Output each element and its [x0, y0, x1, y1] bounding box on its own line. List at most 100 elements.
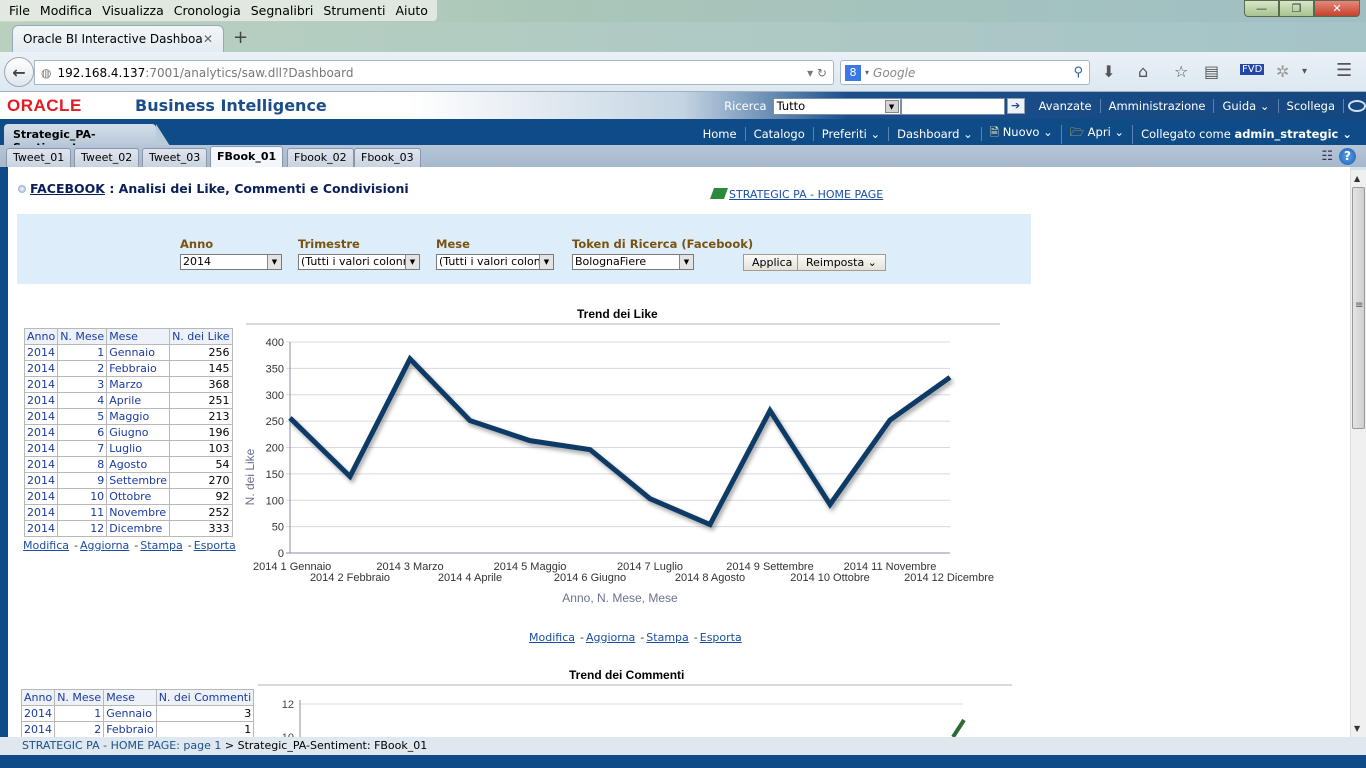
comment_table-header[interactable]: Mese	[103, 689, 157, 706]
like_table-header[interactable]: Mese	[106, 328, 171, 345]
table-print-link[interactable]: Stampa	[140, 539, 182, 552]
search-icon[interactable]: ⚲	[1073, 65, 1083, 80]
google-icon[interactable]: 8	[845, 64, 861, 81]
tab-fbook-03[interactable]: Fbook_03	[354, 148, 421, 167]
hamburger-menu-icon[interactable]: ☰	[1336, 60, 1352, 81]
data-point[interactable]	[707, 522, 713, 528]
minimize-button[interactable]: —	[1244, 0, 1279, 17]
menu-visualizza[interactable]: Visualizza	[102, 3, 164, 18]
tab-tweet-01[interactable]: Tweet_01	[6, 148, 72, 167]
data-point[interactable]	[647, 496, 653, 502]
table-edit-link[interactable]: Modifica	[23, 539, 69, 552]
vertical-scrollbar[interactable]: ▲ ▼	[1350, 170, 1366, 737]
cell-year[interactable]: 2014	[20, 705, 56, 722]
cell-month-number[interactable]: 4	[57, 392, 108, 409]
nav-home[interactable]: Home	[695, 127, 746, 141]
table-refresh-link[interactable]: Aggiorna	[80, 539, 129, 552]
reset-button[interactable]: Reimposta ⌄	[797, 254, 886, 271]
cell-month[interactable]: Dicembre	[106, 520, 171, 537]
prompt-select-mese[interactable]: (Tutti i valori colonna) ▼	[436, 254, 554, 270]
data-point[interactable]	[887, 417, 893, 423]
cell-year[interactable]: 2014	[23, 408, 59, 425]
cell-month[interactable]: Maggio	[106, 408, 171, 425]
cell-year[interactable]: 2014	[20, 721, 56, 738]
bookmark-star-icon[interactable]: ☆	[1174, 62, 1188, 81]
engine-dropdown-icon[interactable]: ▾	[865, 68, 869, 77]
browser-search-bar[interactable]: 8 ▾ Google ⚲	[840, 60, 1090, 85]
cell-month-number[interactable]: 6	[57, 424, 108, 441]
help-icon[interactable]: ?	[1339, 148, 1356, 165]
data-point[interactable]	[947, 374, 953, 380]
close-window-button[interactable]: ✕	[1314, 0, 1360, 17]
cell-year[interactable]: 2014	[23, 376, 59, 393]
data-point[interactable]	[407, 356, 413, 362]
nav-new[interactable]: 🗎 Nuovo ⌄	[982, 124, 1062, 144]
global-search-input[interactable]	[900, 97, 1005, 115]
back-button[interactable]: ←	[4, 57, 34, 87]
cell-year[interactable]: 2014	[23, 344, 59, 361]
cell-month-number[interactable]: 12	[57, 520, 108, 537]
cell-month[interactable]: Settembre	[106, 472, 171, 489]
cell-month-number[interactable]: 9	[57, 472, 108, 489]
tab-tweet-02[interactable]: Tweet_02	[74, 148, 140, 167]
data-point[interactable]	[767, 408, 773, 414]
restore-button[interactable]: ❐	[1279, 0, 1314, 17]
reading-list-icon[interactable]: ▤	[1204, 62, 1219, 81]
chart-edit-link[interactable]: Modifica	[529, 631, 575, 644]
comment_table-header[interactable]: Anno	[20, 689, 56, 706]
tab-fbook-01[interactable]: FBook_01	[210, 146, 284, 167]
nav-open[interactable]: 🗁 Apri ⌄	[1062, 124, 1134, 144]
cell-month[interactable]: Febbraio	[103, 721, 157, 738]
nav-dashboard[interactable]: Dashboard ⌄	[889, 127, 982, 141]
logged-in-as[interactable]: Collegato come admin_strategic ⌄	[1133, 127, 1360, 141]
menu-modifica[interactable]: Modifica	[40, 3, 92, 18]
breadcrumb-parent[interactable]: STRATEGIC PA - HOME PAGE: page 1	[22, 739, 221, 752]
search-go-button[interactable]: ➔	[1006, 98, 1025, 114]
cell-month-number[interactable]: 2	[54, 721, 105, 738]
data-point[interactable]	[827, 501, 833, 507]
menu-aiuto[interactable]: Aiuto	[395, 3, 428, 18]
browser-tab[interactable]: Oracle BI Interactive Dashboard... ✕	[12, 25, 224, 52]
user-menu[interactable]: admin_strategic ⌄	[1234, 127, 1352, 141]
cell-month[interactable]: Ottobre	[106, 488, 171, 505]
data-point[interactable]	[527, 438, 533, 444]
tab-tweet-03[interactable]: Tweet_03	[142, 148, 208, 167]
cell-month[interactable]: Febbraio	[106, 360, 171, 377]
administration-link[interactable]: Amministrazione	[1101, 99, 1215, 113]
menu-segnalibri[interactable]: Segnalibri	[251, 3, 314, 18]
chart-export-link[interactable]: Esporta	[700, 631, 742, 644]
cell-year[interactable]: 2014	[23, 440, 59, 457]
scroll-up-icon[interactable]: ▲	[1354, 174, 1360, 183]
facebook-link[interactable]: FACEBOOK	[30, 181, 105, 196]
logout-link[interactable]: Scollega	[1279, 99, 1344, 113]
cell-month[interactable]: Agosto	[106, 456, 171, 473]
cell-year[interactable]: 2014	[23, 360, 59, 377]
prompt-select-trimestre[interactable]: (Tutti i valori colonna) ▼	[298, 254, 420, 270]
new-tab-button[interactable]: +	[233, 27, 248, 48]
cell-month[interactable]: Luglio	[106, 440, 171, 457]
cell-month[interactable]: Giugno	[106, 424, 171, 441]
menu-cronologia[interactable]: Cronologia	[174, 3, 241, 18]
cell-month-number[interactable]: 3	[57, 376, 108, 393]
like_table-header[interactable]: N. Mese	[57, 328, 108, 345]
fvd-extension-icon[interactable]: FVD	[1240, 64, 1265, 75]
cell-month[interactable]: Gennaio	[103, 705, 157, 722]
cell-month-number[interactable]: 1	[54, 705, 105, 722]
scroll-down-icon[interactable]: ▼	[1354, 724, 1360, 733]
home-page-link[interactable]: STRATEGIC PA - HOME PAGE	[709, 188, 883, 201]
cell-month-number[interactable]: 7	[57, 440, 108, 457]
cell-month-number[interactable]: 2	[57, 360, 108, 377]
tab-fbook-02[interactable]: Fbook_02	[287, 148, 354, 167]
cell-month-number[interactable]: 11	[57, 504, 108, 521]
apply-button[interactable]: Applica	[743, 254, 802, 271]
cell-year[interactable]: 2014	[23, 472, 59, 489]
cell-month[interactable]: Novembre	[106, 504, 171, 521]
menu-file[interactable]: File	[9, 3, 30, 18]
chart-refresh-link[interactable]: Aggiorna	[586, 631, 635, 644]
data-point[interactable]	[287, 415, 293, 421]
cell-year[interactable]: 2014	[23, 488, 59, 505]
cell-month-number[interactable]: 1	[57, 344, 108, 361]
help-menu[interactable]: Guida ⌄	[1214, 99, 1279, 113]
close-tab-icon[interactable]: ✕	[203, 32, 213, 46]
like_table-header[interactable]: N. dei Like	[169, 328, 233, 345]
